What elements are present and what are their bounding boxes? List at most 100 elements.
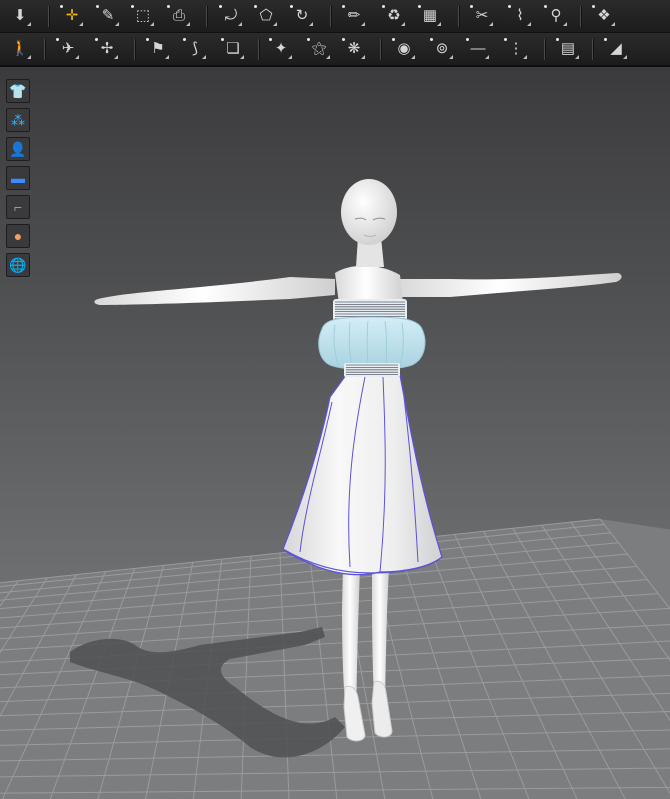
sewing-icon[interactable]: ✂ <box>470 5 494 27</box>
tool-dot-indicator <box>342 38 345 41</box>
segment-icon[interactable]: ⤾ <box>219 5 243 27</box>
button-icon[interactable]: ⊚ <box>430 38 454 60</box>
skirt-garment[interactable] <box>282 374 443 576</box>
pattern-grid-icon[interactable]: ❋ <box>342 38 366 60</box>
toolbar-separator <box>580 6 581 27</box>
tool-dot-indicator <box>146 38 149 41</box>
tool-dot-indicator <box>167 5 170 8</box>
puckering-icon[interactable]: ▤ <box>556 38 580 60</box>
tool-dot-indicator <box>592 5 595 8</box>
environment-globe-icon[interactable]: 🌐 <box>6 253 30 277</box>
submenu-triangle-icon <box>202 55 206 59</box>
submenu-triangle-icon <box>326 55 330 59</box>
submenu-triangle-icon <box>361 55 365 59</box>
pin-icon[interactable]: ⚑ <box>146 38 170 60</box>
tool-dot-indicator <box>544 5 547 8</box>
toolbar-separator <box>206 6 207 27</box>
submenu-triangle-icon <box>485 55 489 59</box>
garment-view-icon[interactable]: 👕 <box>6 79 30 103</box>
fabric-view-icon[interactable]: ▬ <box>6 166 30 190</box>
layer-icon[interactable]: ❏ <box>221 38 245 60</box>
left-arm <box>94 277 335 305</box>
particle-distance-icon[interactable]: ⁂ <box>6 108 30 132</box>
submenu-triangle-icon <box>527 22 531 26</box>
tool-dot-indicator <box>418 5 421 8</box>
avatar-view-icon[interactable]: 👤 <box>6 137 30 161</box>
garment-fitting-icon[interactable]: ⚲ <box>544 5 568 27</box>
tool-dot-indicator <box>508 5 511 8</box>
button-add-icon[interactable]: ◉ <box>392 38 416 60</box>
submenu-triangle-icon <box>437 22 441 26</box>
submenu-triangle-icon <box>449 55 453 59</box>
submenu-triangle-icon <box>611 22 615 26</box>
fabric-garment-icon[interactable]: ▦ <box>418 5 442 27</box>
submenu-triangle-icon <box>79 22 83 26</box>
edit-point-icon[interactable]: ⬚ <box>131 5 155 27</box>
toolbar-separator <box>458 6 459 27</box>
submenu-triangle-icon <box>75 55 79 59</box>
toolbar-separator <box>258 39 259 60</box>
submenu-triangle-icon <box>165 55 169 59</box>
tool-dot-indicator <box>131 5 134 8</box>
tool-dot-indicator <box>96 5 99 8</box>
right-arm <box>400 273 622 297</box>
tool-dot-indicator <box>307 38 310 41</box>
tool-dot-indicator <box>269 38 272 41</box>
tool-dot-indicator <box>470 5 473 8</box>
submenu-triangle-icon <box>114 55 118 59</box>
fold-arrangement-icon[interactable]: ♻ <box>382 5 406 27</box>
arrangement-icon[interactable]: ✈ <box>56 38 80 60</box>
tool-dot-indicator <box>290 5 293 8</box>
edit-texture-icon[interactable]: ⎙ <box>167 5 191 27</box>
toolbar-separator <box>544 39 545 60</box>
tool-dot-indicator <box>466 38 469 41</box>
main-toolbar-top: ⬇ ✛ ✎ ⬚ ⎙ ⤾ ⬠ ↻ ✏ ♻ ▦ ✂ ⌇ ⚲ ❖ <box>0 0 670 33</box>
edit-curve-icon[interactable]: ✎ <box>96 5 120 27</box>
rotate-pattern-icon[interactable]: ↻ <box>290 5 314 27</box>
submenu-triangle-icon <box>411 55 415 59</box>
submenu-triangle-icon <box>27 55 31 59</box>
toolbar-separator <box>134 39 135 60</box>
tool-dot-indicator <box>221 38 224 41</box>
tool-dot-indicator <box>254 5 257 8</box>
strengthen-icon[interactable]: ⚝ <box>307 38 331 60</box>
3d-viewport[interactable]: 👕 ⁂ 👤 ▬ ⌐ ● 🌐 <box>0 67 670 799</box>
bandeau-top-garment[interactable] <box>318 299 426 377</box>
pencil-icon[interactable]: ✏ <box>342 5 366 27</box>
submenu-triangle-icon <box>361 22 365 26</box>
topstitch-line-icon[interactable]: — <box>466 38 490 60</box>
tool-dot-indicator <box>183 38 186 41</box>
trim-icon[interactable]: ◢ <box>604 38 628 60</box>
fold-icon[interactable]: ⟆ <box>183 38 207 60</box>
toolbar-separator <box>330 6 331 27</box>
select-mesh-icon[interactable]: ✦ <box>269 38 293 60</box>
submenu-triangle-icon <box>27 22 31 26</box>
submenu-triangle-icon <box>623 55 627 59</box>
shoe-view-icon[interactable]: ⌐ <box>6 195 30 219</box>
tool-dot-indicator <box>60 5 63 8</box>
tool-dot-indicator <box>56 38 59 41</box>
submenu-triangle-icon <box>150 22 154 26</box>
submenu-triangle-icon <box>115 22 119 26</box>
tool-dot-indicator <box>556 38 559 41</box>
submenu-triangle-icon <box>186 22 190 26</box>
zipper-icon[interactable]: ⋮ <box>504 38 528 60</box>
tool-dot-indicator <box>95 38 98 41</box>
show-garment-icon[interactable]: ❖ <box>592 5 616 27</box>
tack-icon[interactable]: ✢ <box>95 38 119 60</box>
submenu-triangle-icon <box>489 22 493 26</box>
tool-dot-indicator <box>430 38 433 41</box>
submenu-triangle-icon <box>273 22 277 26</box>
avatar-head <box>341 179 397 245</box>
transform-move-icon[interactable]: ✛ <box>60 5 84 27</box>
tool-dot-indicator <box>604 38 607 41</box>
submenu-triangle-icon <box>309 22 313 26</box>
polygon-icon[interactable]: ⬠ <box>254 5 278 27</box>
tool-dot-indicator <box>342 5 345 8</box>
download-arrow-icon[interactable]: ⬇ <box>8 5 32 27</box>
tool-dot-indicator <box>504 38 507 41</box>
submenu-triangle-icon <box>523 55 527 59</box>
free-sewing-icon[interactable]: ⌇ <box>508 5 532 27</box>
avatar-skin-icon[interactable]: ● <box>6 224 30 248</box>
simulation-avatar-icon[interactable]: 🚶 <box>8 38 32 60</box>
